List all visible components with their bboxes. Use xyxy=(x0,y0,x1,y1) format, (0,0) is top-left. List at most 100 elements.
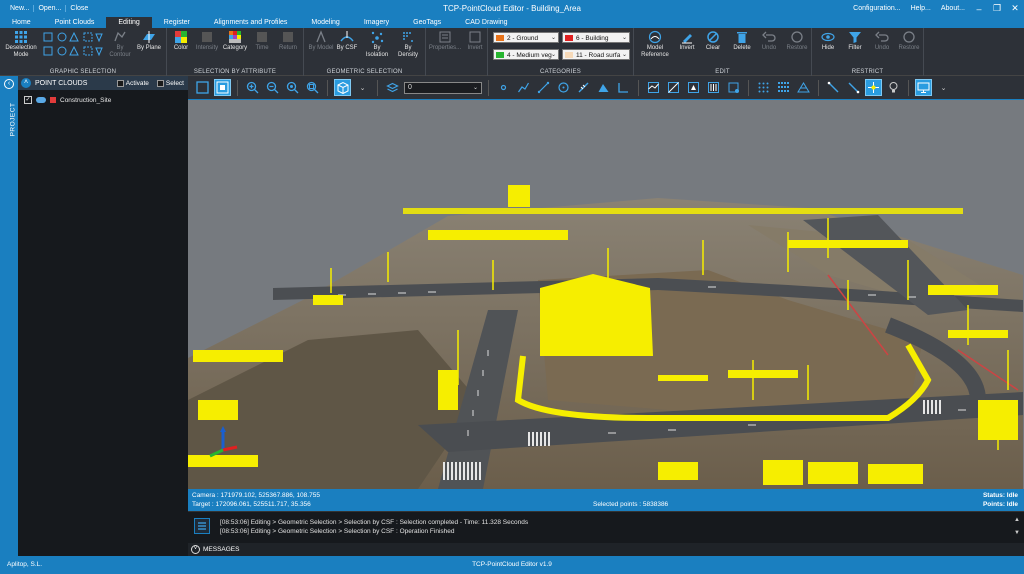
open-button[interactable]: Open... xyxy=(34,5,67,12)
display-dropdown-button[interactable]: ⌄ xyxy=(935,79,952,96)
scroll-down-icon[interactable]: ▼ xyxy=(1014,530,1020,536)
divider xyxy=(818,79,819,96)
deselection-mode-button[interactable]: Deselection Mode xyxy=(4,30,38,59)
polyline-tool-button[interactable] xyxy=(515,79,532,96)
selection-view-button[interactable] xyxy=(214,79,231,96)
measure-tool-button[interactable] xyxy=(575,79,592,96)
angle-tool-button[interactable] xyxy=(615,79,632,96)
category-select-ground[interactable]: 2 - Ground ⌄ xyxy=(493,32,559,43)
category-select-building[interactable]: 6 - Building ⌄ xyxy=(562,32,630,43)
about-link[interactable]: About... xyxy=(936,5,970,12)
dense-grid-button[interactable] xyxy=(775,79,792,96)
mesh-view-button[interactable] xyxy=(795,79,812,96)
grid-view-button[interactable] xyxy=(755,79,772,96)
layers-button[interactable] xyxy=(384,79,401,96)
by-csf-button[interactable]: By CSF xyxy=(336,30,358,52)
circle-tool-button[interactable] xyxy=(555,79,572,96)
point-tool-button[interactable] xyxy=(495,79,512,96)
color-button[interactable]: Color xyxy=(169,30,193,52)
point-info-button[interactable] xyxy=(725,79,742,96)
by-contour-button[interactable]: By Contour xyxy=(106,30,134,59)
view-cube-button[interactable] xyxy=(334,79,351,96)
line-tool-button[interactable] xyxy=(535,79,552,96)
time-button[interactable]: Time xyxy=(251,30,273,52)
minimize-icon[interactable]: – xyxy=(970,4,988,14)
new-button[interactable]: New... xyxy=(6,5,35,12)
slice-tool-button[interactable] xyxy=(705,79,722,96)
restore-restrict-button[interactable]: Restore xyxy=(896,30,922,52)
filter-button[interactable]: Filter xyxy=(844,30,866,52)
zoom-extents-button[interactable] xyxy=(284,79,301,96)
category-select-road-surface[interactable]: 11 - Road surfa ⌄ xyxy=(562,49,630,60)
by-density-button[interactable]: By Density xyxy=(394,30,422,59)
tab-modeling[interactable]: Modeling xyxy=(299,17,351,28)
by-isolation-button[interactable]: By Isolation xyxy=(362,30,392,59)
chevron-down-icon[interactable]: ˅ xyxy=(191,545,200,554)
chevron-up-icon[interactable]: ˄ xyxy=(21,78,31,88)
view-dropdown-button[interactable]: ⌄ xyxy=(354,79,371,96)
axes-view-button[interactable] xyxy=(865,79,882,96)
hide-button[interactable]: Hide xyxy=(818,30,838,52)
zoom-window-button[interactable] xyxy=(304,79,321,96)
point-cloud-render[interactable] xyxy=(188,100,1024,489)
select-checkbox[interactable]: Select xyxy=(156,79,184,87)
chevron-down-icon: ⌄ xyxy=(621,52,627,58)
time-icon xyxy=(257,32,267,42)
area-tool-button[interactable] xyxy=(595,79,612,96)
model-reference-button[interactable]: Model Reference xyxy=(638,30,672,59)
line-extend-button[interactable] xyxy=(845,79,862,96)
intensity-button[interactable]: Intensity xyxy=(194,30,220,52)
tab-geotags[interactable]: GeoTags xyxy=(401,17,453,28)
category-select-medium-veg[interactable]: 4 - Medium veg ⌄ xyxy=(493,49,559,60)
model-icon xyxy=(316,30,326,43)
display-button[interactable] xyxy=(915,79,932,96)
close-file-button[interactable]: Close xyxy=(66,5,92,12)
scroll-up-icon[interactable]: ▲ xyxy=(1014,517,1020,523)
restore-edit-button[interactable]: Restore xyxy=(784,30,810,52)
line-select-button[interactable] xyxy=(825,79,842,96)
properties-button[interactable]: Properties... xyxy=(428,30,462,52)
clear-button[interactable]: Clear xyxy=(702,30,724,52)
delete-button[interactable]: Delete xyxy=(730,30,754,52)
zoom-in-button[interactable] xyxy=(244,79,261,96)
tab-editing[interactable]: Editing xyxy=(106,17,152,28)
light-button[interactable] xyxy=(885,79,902,96)
messages-bar[interactable]: ˅ MESSAGES xyxy=(188,543,1024,556)
messages-list-icon[interactable] xyxy=(194,518,210,534)
selection-shapes-icons[interactable] xyxy=(42,31,104,59)
visibility-checkbox[interactable]: ✓ xyxy=(24,96,32,104)
category-button[interactable]: Category xyxy=(221,30,249,52)
activate-checkbox[interactable]: Activate xyxy=(116,79,149,87)
return-button[interactable]: Return xyxy=(275,30,301,52)
level-select[interactable]: 0 ⌄ xyxy=(404,81,482,94)
tree-item-construction-site[interactable]: ✓ Construction_Site xyxy=(18,90,188,104)
tab-register[interactable]: Register xyxy=(152,17,202,28)
by-plane-button[interactable]: By Plane xyxy=(136,30,162,52)
tab-imagery[interactable]: Imagery xyxy=(352,17,401,28)
invert-edit-button[interactable]: Invert xyxy=(676,30,698,52)
undo-edit-button[interactable]: Undo xyxy=(758,30,780,52)
by-model-button[interactable]: By Model xyxy=(308,30,334,52)
section-icon xyxy=(668,82,679,93)
filter-icon xyxy=(849,32,861,43)
help-link[interactable]: Help... xyxy=(906,5,936,12)
configuration-link[interactable]: Configuration... xyxy=(848,5,905,12)
3d-viewport[interactable] xyxy=(188,100,1024,489)
clip-box-button[interactable] xyxy=(685,79,702,96)
mesh-icon xyxy=(797,82,810,93)
restore-icon[interactable]: ❐ xyxy=(988,3,1006,14)
section-tool-button[interactable] xyxy=(665,79,682,96)
close-icon[interactable]: ✕ xyxy=(1006,3,1024,14)
profile-tool-button[interactable] xyxy=(645,79,662,96)
tab-point-clouds[interactable]: Point Clouds xyxy=(43,17,107,28)
messages-panel: [08:53:06] Editing > Geometric Selection… xyxy=(188,511,1024,543)
window-view-button[interactable] xyxy=(194,79,211,96)
undo-restrict-button[interactable]: Undo xyxy=(872,30,892,52)
invert-selection-button[interactable]: Invert xyxy=(464,30,486,52)
tab-alignments-profiles[interactable]: Alignments and Profiles xyxy=(202,17,300,28)
zoom-out-button[interactable] xyxy=(264,79,281,96)
tab-home[interactable]: Home xyxy=(0,17,43,28)
collapse-icon[interactable]: ‹ xyxy=(4,79,14,89)
project-strip[interactable]: ‹ PROJECT xyxy=(0,76,18,556)
tab-cad-drawing[interactable]: CAD Drawing xyxy=(453,17,519,28)
